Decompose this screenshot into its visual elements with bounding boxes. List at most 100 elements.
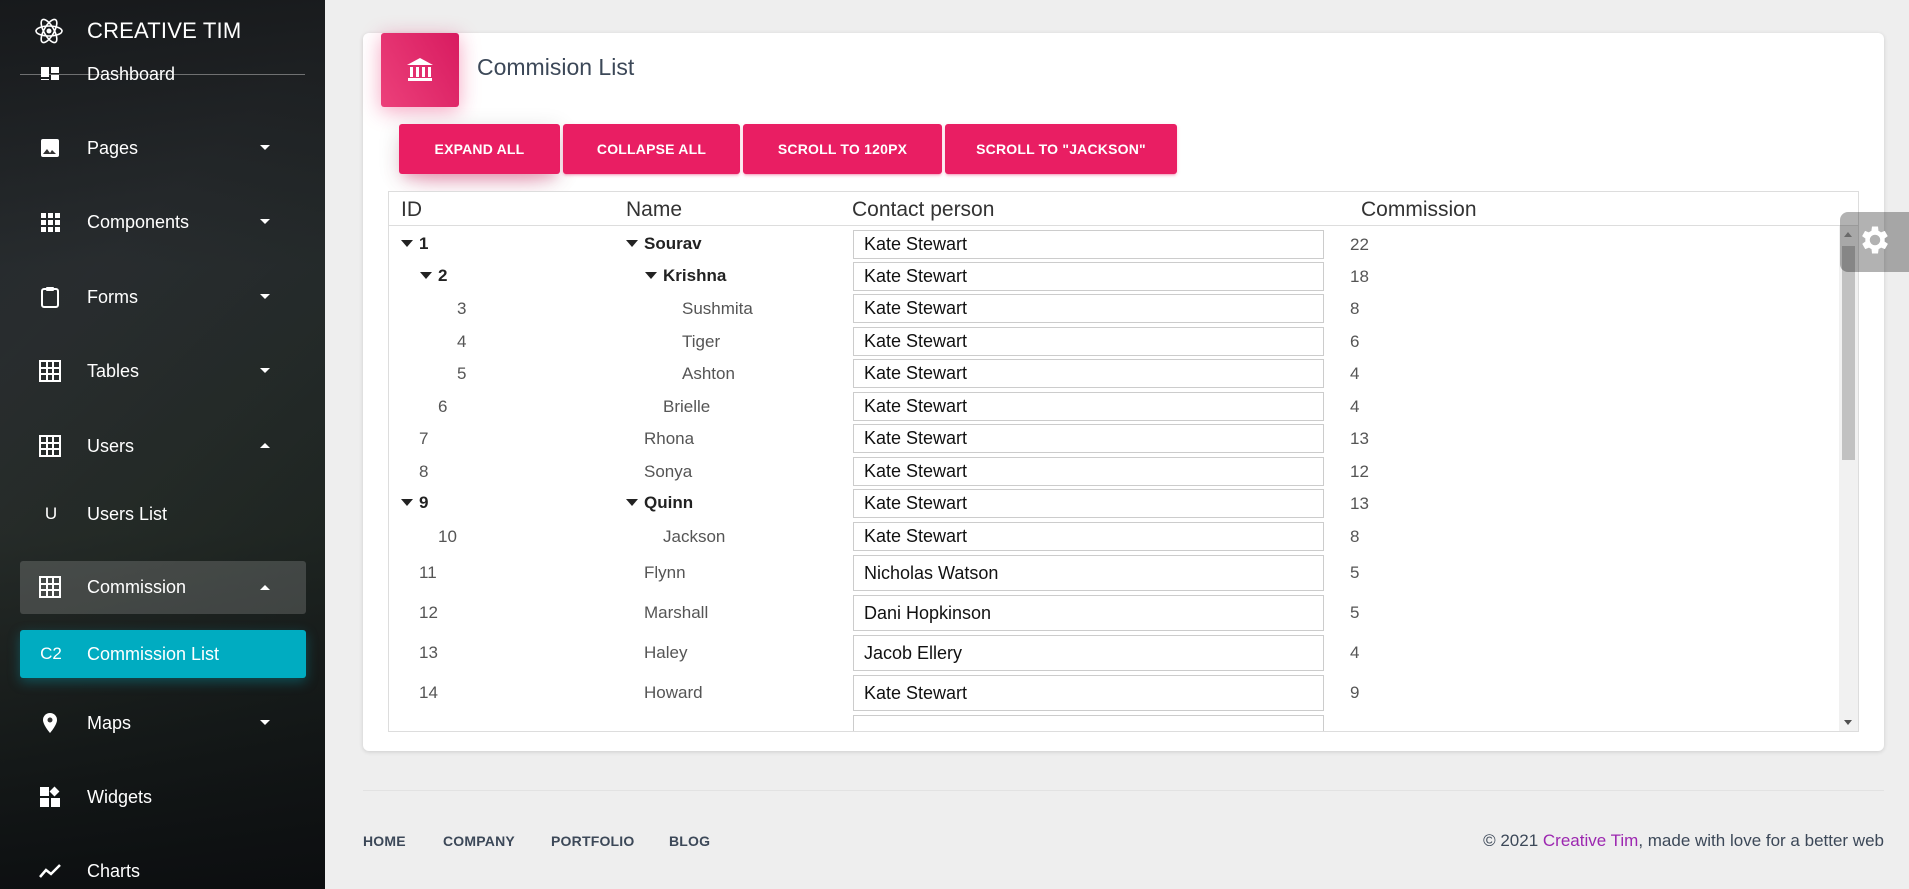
table-row[interactable]: 5 Ashton Kate Stewart 4 xyxy=(389,357,1839,390)
sidebar-item-charts[interactable]: Charts xyxy=(20,847,306,889)
scrollbar-thumb[interactable] xyxy=(1842,246,1855,460)
table-row[interactable]: 2 Krishna Kate Stewart 18 xyxy=(389,260,1839,292)
column-header-name[interactable]: Name xyxy=(626,198,682,222)
footer-link-portfolio[interactable]: PORTFOLIO xyxy=(551,833,634,849)
table-row[interactable]: 8 Sonya Kate Stewart 12 xyxy=(389,455,1839,487)
expand-toggle-icon[interactable] xyxy=(420,272,432,280)
table-row[interactable]: 14 Howard Kate Stewart 9 xyxy=(389,672,1839,712)
caret-down-icon xyxy=(260,720,270,725)
contact-field[interactable]: Kate Stewart xyxy=(853,522,1324,551)
scroll-to-px-button[interactable]: SCROLL TO 120PX xyxy=(743,124,942,174)
contact-field[interactable]: Kate Stewart xyxy=(853,262,1324,291)
table-row[interactable]: 10 Jackson Kate Stewart 8 xyxy=(389,520,1839,552)
table-row[interactable]: 9 Quinn Kate Stewart 13 xyxy=(389,487,1839,520)
row-id[interactable]: 1 xyxy=(401,234,428,254)
row-commission: 8 xyxy=(1350,527,1360,546)
row-name: Marshall xyxy=(644,603,709,622)
column-header-id[interactable]: ID xyxy=(401,198,422,222)
row-id[interactable]: 9 xyxy=(401,493,428,513)
row-name[interactable]: Quinn xyxy=(626,493,693,513)
row-name: Jackson xyxy=(663,527,726,546)
footer-link-company[interactable]: COMPANY xyxy=(443,833,515,849)
contact-field[interactable]: Kate Stewart xyxy=(853,489,1324,518)
row-commission: 9 xyxy=(1350,683,1360,702)
table-row-partial[interactable] xyxy=(389,712,1839,731)
row-name-text: Krishna xyxy=(663,266,727,285)
settings-button[interactable] xyxy=(1840,212,1909,272)
clipboard-icon xyxy=(38,285,62,309)
sidebar-item-label: Maps xyxy=(87,713,132,733)
row-id: 10 xyxy=(438,527,457,546)
sidebar-item-commission-list[interactable]: C2 Commission List xyxy=(20,630,306,678)
table-row[interactable]: 6 Brielle Kate Stewart 4 xyxy=(389,390,1839,422)
sidebar-item-mini: C2 xyxy=(40,644,62,663)
sidebar-item-label: Forms xyxy=(87,287,138,307)
contact-field[interactable]: Kate Stewart xyxy=(853,230,1324,259)
row-name: Howard xyxy=(644,683,703,702)
sidebar-item-maps[interactable]: Maps xyxy=(20,699,306,747)
expand-toggle-icon[interactable] xyxy=(626,499,638,507)
footer-link-blog[interactable]: BLOG xyxy=(669,833,710,849)
column-header-commission[interactable]: Commission xyxy=(1361,198,1477,222)
contact-field[interactable]: Kate Stewart xyxy=(853,327,1324,356)
contact-field[interactable] xyxy=(853,715,1324,731)
row-id: 8 xyxy=(419,462,429,481)
contact-field[interactable]: Kate Stewart xyxy=(853,294,1324,323)
image-icon xyxy=(38,136,62,160)
table-row[interactable]: 12 Marshall Dani Hopkinson 5 xyxy=(389,592,1839,632)
sidebar-item-components[interactable]: Components xyxy=(20,198,306,246)
sidebar-item-tables[interactable]: Tables xyxy=(20,347,306,395)
tree-grid[interactable]: ID Name Contact person Commission 1 Sour… xyxy=(388,191,1859,732)
contact-field[interactable]: Kate Stewart xyxy=(853,392,1324,421)
expand-toggle-icon[interactable] xyxy=(645,272,657,280)
sidebar-item-widgets[interactable]: Widgets xyxy=(20,773,306,821)
contact-field[interactable]: Kate Stewart xyxy=(853,424,1324,453)
collapse-all-button[interactable]: COLLAPSE ALL xyxy=(563,124,740,174)
table-row[interactable]: 7 Rhona Kate Stewart 13 xyxy=(389,422,1839,455)
footer-link-home[interactable]: HOME xyxy=(363,833,406,849)
scroll-to-name-button[interactable]: SCROLL TO "JACKSON" xyxy=(945,124,1177,174)
sidebar-item-label: Widgets xyxy=(87,787,153,807)
table-row[interactable]: 3 Sushmita Kate Stewart 8 xyxy=(389,292,1839,325)
copyright-suffix: , made with love for a better web xyxy=(1638,831,1884,850)
row-id: 3 xyxy=(457,299,467,318)
contact-field[interactable]: Dani Hopkinson xyxy=(853,595,1324,631)
sidebar-item-dashboard[interactable]: Dashboard xyxy=(20,50,306,80)
sidebar-item-forms[interactable]: Forms xyxy=(20,273,306,321)
table-row[interactable]: 1 Sourav Kate Stewart 22 xyxy=(389,228,1839,260)
table-row[interactable]: 13 Haley Jacob Ellery 4 xyxy=(389,632,1839,672)
grid-on-icon xyxy=(38,359,62,383)
expand-toggle-icon[interactable] xyxy=(626,240,638,248)
sidebar-item-users[interactable]: Users xyxy=(20,422,306,470)
widgets-icon xyxy=(38,785,62,809)
sidebar-item-commission[interactable]: Commission xyxy=(20,561,306,614)
contact-field[interactable]: Kate Stewart xyxy=(853,457,1324,486)
row-id[interactable]: 2 xyxy=(420,266,447,286)
grid-scrollbar[interactable] xyxy=(1839,226,1858,731)
row-name[interactable]: Krishna xyxy=(645,266,726,286)
row-commission: 13 xyxy=(1350,494,1369,513)
contact-field[interactable]: Jacob Ellery xyxy=(853,635,1324,671)
table-row[interactable]: 4 Tiger Kate Stewart 6 xyxy=(389,325,1839,357)
expand-all-button[interactable]: EXPAND ALL xyxy=(399,124,560,174)
row-name-text: Quinn xyxy=(644,493,694,512)
expand-toggle-icon[interactable] xyxy=(401,240,413,248)
row-id: 11 xyxy=(419,563,437,582)
row-name: Sonya xyxy=(644,462,693,481)
column-header-contact[interactable]: Contact person xyxy=(852,198,994,222)
creative-tim-link[interactable]: Creative Tim xyxy=(1543,831,1638,850)
sidebar-item-label: Tables xyxy=(87,361,140,381)
sidebar-item-label: Users List xyxy=(87,504,168,524)
row-id-text: 2 xyxy=(438,266,448,285)
sidebar-item-pages[interactable]: Pages xyxy=(20,124,306,172)
row-name[interactable]: Sourav xyxy=(626,234,702,254)
scroll-down-icon[interactable] xyxy=(1844,720,1852,725)
contact-field[interactable]: Kate Stewart xyxy=(853,359,1324,388)
sidebar-item-users-list[interactable]: U Users List xyxy=(20,490,306,538)
contact-field[interactable]: Nicholas Watson xyxy=(853,555,1324,591)
sidebar-item-label: Commission List xyxy=(87,644,220,664)
expand-toggle-icon[interactable] xyxy=(401,499,413,507)
table-row[interactable]: 11 Flynn Nicholas Watson 5 xyxy=(389,552,1839,592)
row-commission: 4 xyxy=(1350,397,1360,416)
contact-field[interactable]: Kate Stewart xyxy=(853,675,1324,711)
